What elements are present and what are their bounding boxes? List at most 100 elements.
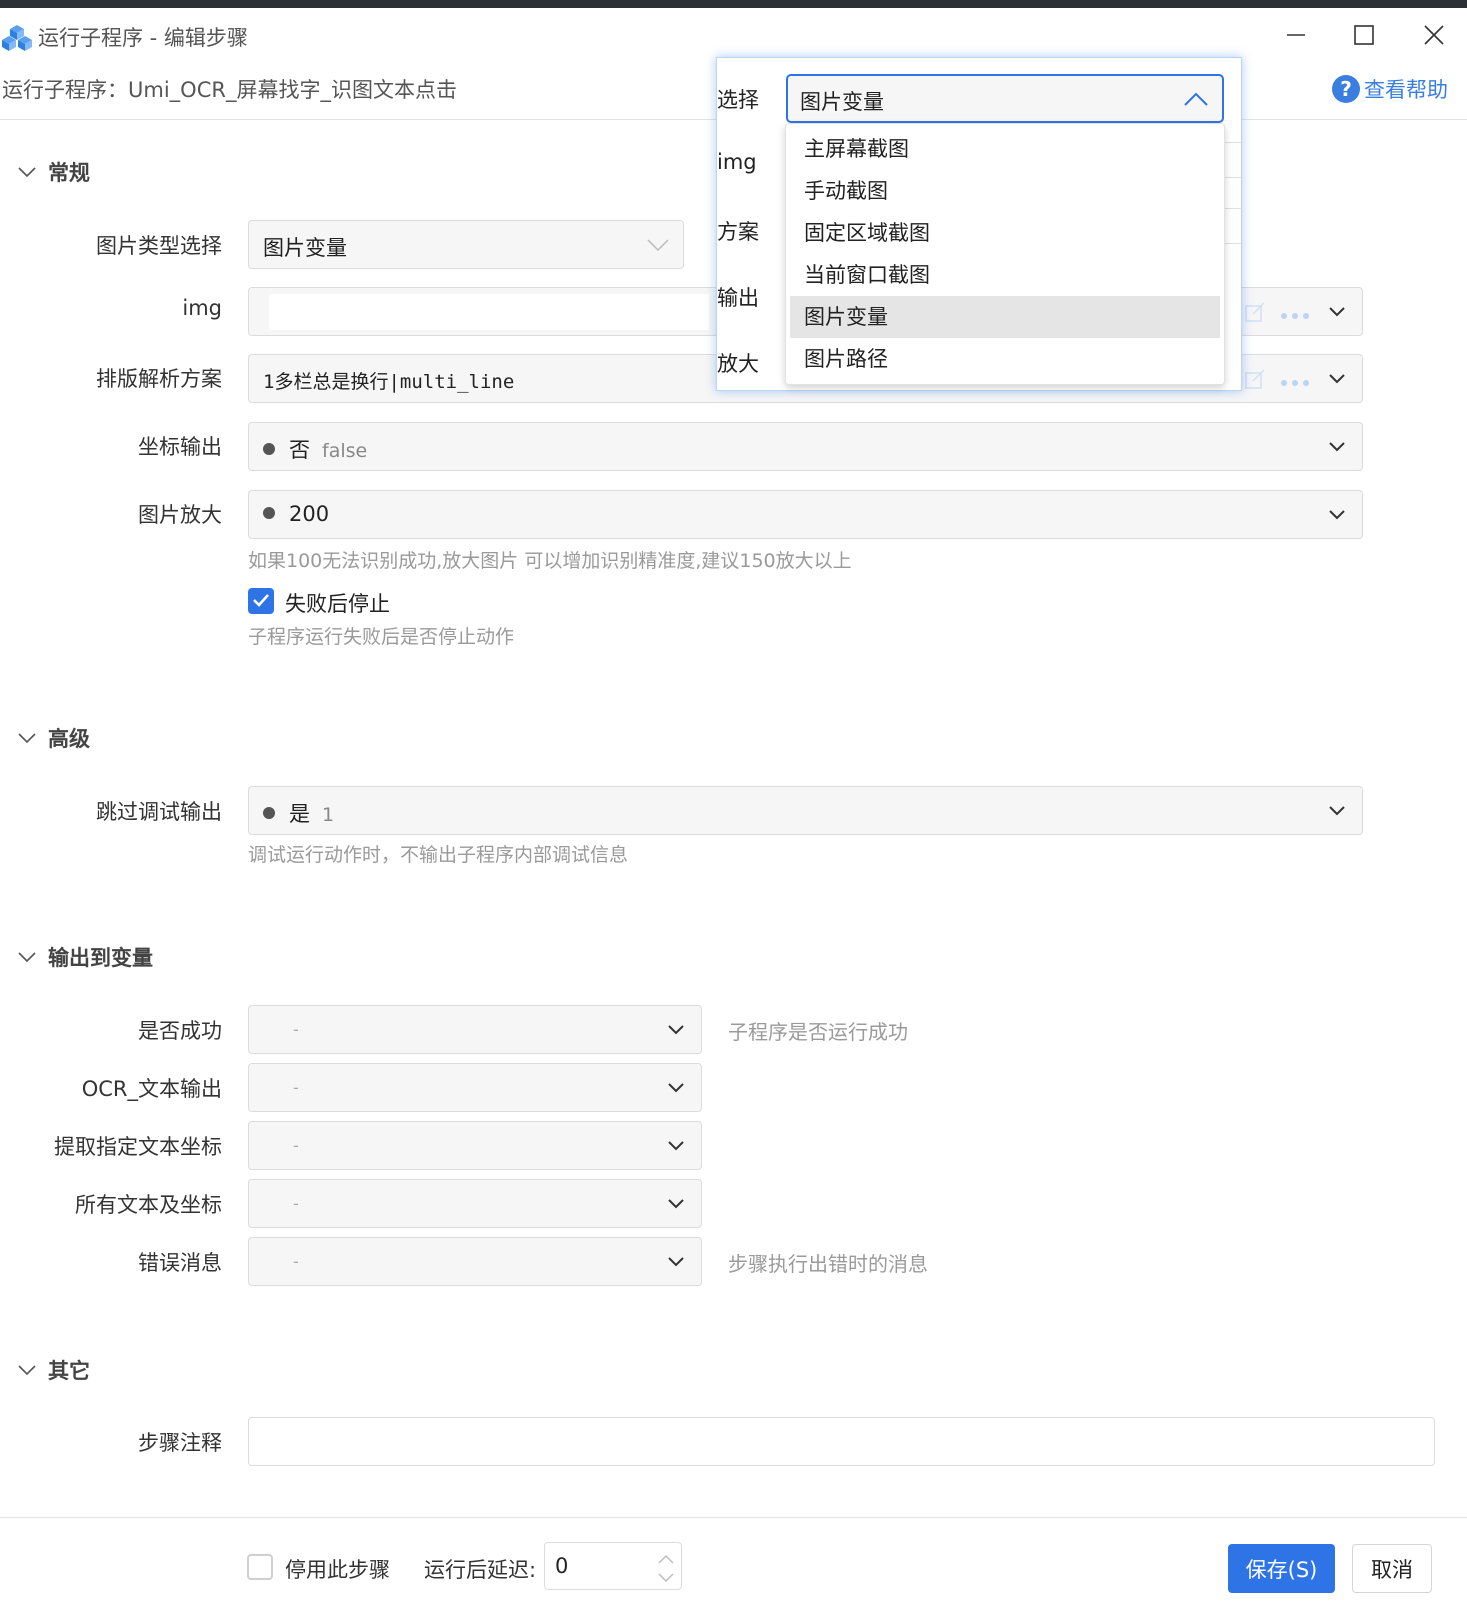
menu-item-image-path[interactable]: 图片路径 xyxy=(790,338,1220,380)
coord-output-sub: false xyxy=(322,440,368,462)
zoom-label: 图片放大 xyxy=(138,503,222,527)
section-other-toggle[interactable]: 其它 xyxy=(16,1355,90,1385)
popup-label-select: 选择 xyxy=(717,88,759,112)
chevron-down-icon xyxy=(665,1077,687,1099)
menu-item-fixed-region[interactable]: 固定区域截图 xyxy=(790,212,1220,254)
skip-debug-label: 跳过调试输出 xyxy=(96,800,222,824)
skip-debug-hint: 调试运行动作时，不输出子程序内部调试信息 xyxy=(248,844,629,866)
stop-on-fail-checkbox[interactable] xyxy=(248,588,274,614)
note-label: 步骤注释 xyxy=(138,1431,222,1455)
all-text-var-value: - xyxy=(293,1194,299,1213)
skip-debug-display: 是1 xyxy=(263,798,334,828)
chevron-down-icon xyxy=(665,1251,687,1273)
stop-on-fail-hint: 子程序运行失败后是否停止动作 xyxy=(248,626,515,648)
menu-item-image-variable[interactable]: 图片变量 xyxy=(790,296,1220,338)
section-general-toggle[interactable]: 常规 xyxy=(16,157,90,187)
zoom-select[interactable]: 200 xyxy=(248,490,1363,539)
menu-item-manual-capture[interactable]: 手动截图 xyxy=(790,170,1220,212)
popup-label-img: img xyxy=(717,150,757,174)
menu-item-current-window[interactable]: 当前窗口截图 xyxy=(790,254,1220,296)
success-var-select[interactable]: - xyxy=(248,1005,702,1054)
image-type-select[interactable]: 图片变量 xyxy=(248,220,684,269)
layout-label: 排版解析方案 xyxy=(96,367,222,391)
note-input[interactable] xyxy=(248,1417,1435,1466)
error-msg-hint: 步骤执行出错时的消息 xyxy=(728,1252,928,1276)
app-cubes-icon xyxy=(2,22,32,52)
skip-debug-select[interactable]: 是1 xyxy=(248,786,1363,835)
ocr-text-label: OCR_文本输出 xyxy=(81,1077,222,1101)
chevron-down-icon xyxy=(665,1193,687,1215)
delay-value: 0 xyxy=(555,1554,569,1578)
close-icon xyxy=(1424,25,1444,49)
stop-on-fail-label[interactable]: 失败后停止 xyxy=(285,588,390,618)
type-dropdown-menu: 主屏幕截图 手动截图 固定区域截图 当前窗口截图 图片变量 图片路径 xyxy=(785,123,1225,385)
minimize-button[interactable] xyxy=(1278,20,1314,54)
chevron-up-icon xyxy=(1184,88,1208,110)
open-external-icon[interactable] xyxy=(1244,301,1266,327)
close-button[interactable] xyxy=(1416,20,1452,54)
ocr-text-var-value: - xyxy=(293,1078,299,1097)
section-other-title: 其它 xyxy=(48,1359,90,1383)
more-icon[interactable] xyxy=(1280,305,1310,324)
coord-output-value: 否 xyxy=(289,438,310,462)
coord-output-display: 否 false xyxy=(263,434,367,464)
cancel-button[interactable]: 取消 xyxy=(1352,1544,1432,1593)
disable-step-label[interactable]: 停用此步骤 xyxy=(285,1554,390,1584)
chevron-down-icon xyxy=(16,946,38,968)
disable-step-checkbox[interactable] xyxy=(247,1554,273,1580)
error-msg-var-value: - xyxy=(293,1252,299,1271)
open-external-icon[interactable] xyxy=(1244,368,1266,394)
layout-extra-actions xyxy=(1244,368,1310,394)
img-label: img xyxy=(182,296,222,320)
window-top-border xyxy=(0,0,1467,8)
help-link[interactable]: ? 查看帮助 xyxy=(1332,74,1448,104)
delay-label: 运行后延迟: xyxy=(424,1558,537,1582)
bullet-dot xyxy=(263,443,275,455)
error-msg-label: 错误消息 xyxy=(138,1251,222,1275)
image-type-value: 图片变量 xyxy=(263,236,347,260)
coord-output-label: 坐标输出 xyxy=(138,435,222,459)
section-advanced-title: 高级 xyxy=(48,727,90,751)
coord-output-select[interactable]: 否 false xyxy=(248,422,1363,471)
img-extra-actions xyxy=(1244,301,1310,327)
skip-debug-sub: 1 xyxy=(322,804,335,826)
success-hint: 子程序是否运行成功 xyxy=(728,1020,908,1044)
popup-label-scheme: 方案 xyxy=(717,220,759,244)
section-advanced-toggle[interactable]: 高级 xyxy=(16,723,90,753)
extract-coord-var-select[interactable]: - xyxy=(248,1121,702,1170)
chevron-down-icon[interactable] xyxy=(1326,368,1348,390)
all-text-label: 所有文本及坐标 xyxy=(75,1193,222,1217)
bullet-dot xyxy=(263,807,275,819)
chevron-down-icon xyxy=(16,727,38,749)
popup-type-select[interactable]: 图片变量 xyxy=(786,74,1224,123)
footer-bar: 停用此步骤 运行后延迟: 0 保存(S) 取消 xyxy=(0,1517,1467,1617)
save-button[interactable]: 保存(S) xyxy=(1228,1544,1335,1593)
section-output-toggle[interactable]: 输出到变量 xyxy=(16,942,153,972)
chevron-down-icon xyxy=(16,161,38,183)
zoom-value: 200 xyxy=(289,502,330,526)
chevron-down-icon xyxy=(1326,504,1348,526)
error-msg-var-select[interactable]: - xyxy=(248,1237,702,1286)
spin-up-icon[interactable] xyxy=(658,1549,674,1568)
spin-down-icon[interactable] xyxy=(658,1568,674,1587)
section-output-title: 输出到变量 xyxy=(48,946,153,970)
popup-label-zoom: 放大 xyxy=(717,352,759,376)
chevron-down-icon[interactable] xyxy=(1326,301,1348,323)
delay-spinbox[interactable]: 0 xyxy=(544,1542,682,1590)
chevron-down-icon xyxy=(1326,436,1348,458)
success-label: 是否成功 xyxy=(138,1019,222,1043)
spin-arrows[interactable] xyxy=(657,1549,675,1585)
maximize-button[interactable] xyxy=(1346,20,1382,54)
success-var-value: - xyxy=(293,1020,299,1039)
more-icon[interactable] xyxy=(1280,372,1310,391)
chevron-down-icon xyxy=(1326,800,1348,822)
ocr-text-var-select[interactable]: - xyxy=(248,1063,702,1112)
img-input[interactable] xyxy=(269,294,709,330)
all-text-var-select[interactable]: - xyxy=(248,1179,702,1228)
layout-value: 1多栏总是换行|multi_line xyxy=(263,371,515,393)
chevron-down-icon xyxy=(647,234,669,256)
chevron-down-icon xyxy=(665,1019,687,1041)
popup-label-output: 输出 xyxy=(717,286,759,310)
menu-item-main-screen[interactable]: 主屏幕截图 xyxy=(790,128,1220,170)
title-bar: 运行子程序 - 编辑步骤 xyxy=(0,8,1467,60)
